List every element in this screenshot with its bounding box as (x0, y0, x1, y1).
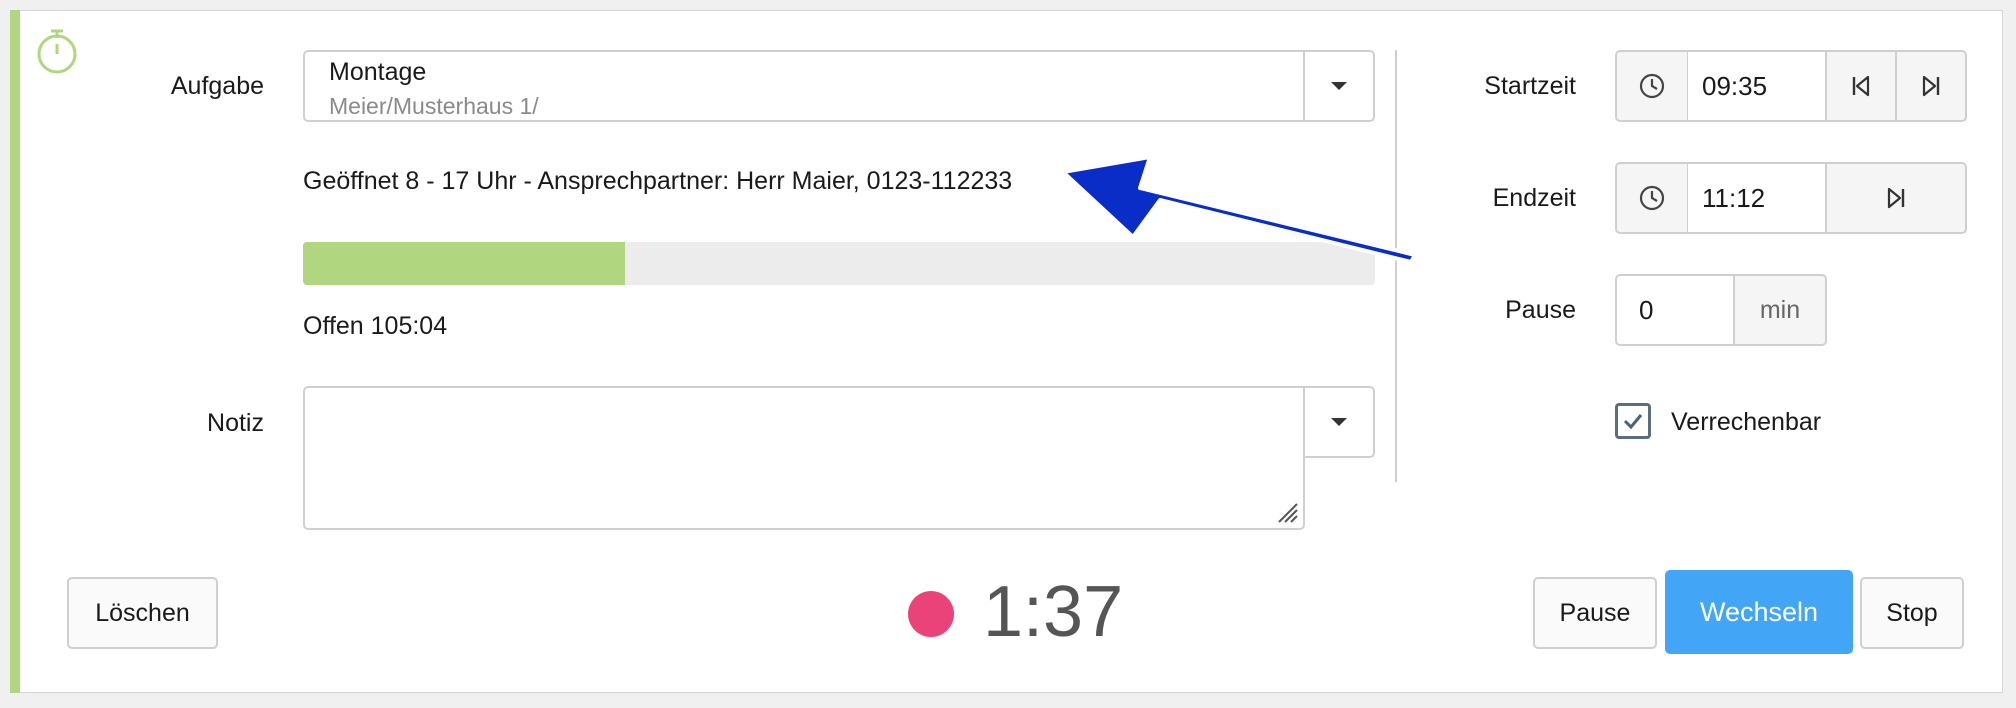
annotation-arrow-icon (1061, 155, 1417, 264)
